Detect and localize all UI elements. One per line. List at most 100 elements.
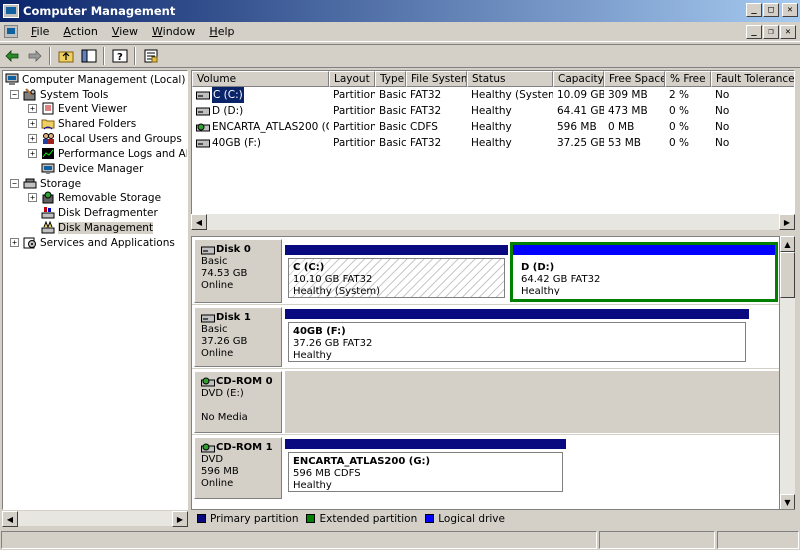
- volume-list-horizontal-scrollbar[interactable]: ◀ ▶: [191, 214, 795, 230]
- column-type[interactable]: Type: [375, 71, 406, 87]
- tree-label: Services and Applications: [40, 236, 175, 249]
- cell-free-space: 309 MB: [608, 89, 648, 101]
- disk-name-text: Disk 0: [216, 244, 251, 255]
- help-button[interactable]: ?: [109, 46, 131, 66]
- volume-row[interactable]: C (C:) Partition Basic FAT32 Healthy (Sy…: [192, 87, 794, 103]
- cell-status: Healthy (System): [471, 89, 553, 101]
- expand-services[interactable]: +: [10, 238, 19, 247]
- tree-item-disk-management[interactable]: Disk Management: [41, 220, 154, 235]
- tree-item-system-tools[interactable]: System Tools: [23, 87, 108, 102]
- expand-local-users[interactable]: +: [28, 134, 37, 143]
- up-one-level-button[interactable]: [55, 46, 77, 66]
- volume-row[interactable]: 40GB (F:) Partition Basic FAT32 Healthy …: [192, 135, 794, 151]
- tree-item-disk-defragmenter[interactable]: Disk Defragmenter: [41, 205, 158, 220]
- disk-name-text: CD-ROM 0: [216, 376, 273, 387]
- disk-view-vertical-scrollbar[interactable]: ▲ ▼: [780, 236, 795, 510]
- column-percent-free[interactable]: % Free: [665, 71, 711, 87]
- volume-list-header: Volume Layout Type File System Status Ca…: [192, 71, 794, 87]
- cell-layout: Partition: [333, 89, 375, 101]
- mdi-close-button[interactable]: ✕: [780, 25, 796, 39]
- disk-type: DVD: [201, 454, 224, 465]
- menu-view[interactable]: View: [105, 25, 145, 38]
- maximize-button[interactable]: □: [763, 3, 779, 17]
- defragmenter-icon: [41, 207, 55, 219]
- tree-item-removable-storage[interactable]: Removable Storage: [41, 190, 161, 205]
- disk-label-cdrom1[interactable]: CD-ROM 1 DVD 596 MB Online: [194, 437, 282, 499]
- mdi-window-icon[interactable]: [4, 25, 18, 38]
- tree-item-shared-folders[interactable]: Shared Folders: [41, 116, 136, 131]
- disk-label-disk1[interactable]: Disk 1 Basic 37.26 GB Online: [194, 307, 282, 367]
- back-button[interactable]: [1, 46, 23, 66]
- volume-row[interactable]: D (D:) Partition Basic FAT32 Healthy 64.…: [192, 103, 794, 119]
- disk-graphical-view[interactable]: Disk 0 Basic 74.53 GB Online C (C:) 10.1…: [191, 236, 780, 510]
- column-free-space[interactable]: Free Space: [604, 71, 665, 87]
- computer-management-icon: [3, 4, 19, 18]
- scroll-left-button[interactable]: ◀: [191, 214, 207, 230]
- window-title-bar[interactable]: Computer Management _ □ ✕: [0, 0, 800, 22]
- menu-action[interactable]: Action: [56, 25, 104, 38]
- partition-status: Healthy: [293, 480, 332, 491]
- partition-d[interactable]: D (D:) 64.42 GB FAT32 Healthy: [510, 242, 778, 302]
- show-hide-tree-button[interactable]: [78, 46, 100, 66]
- column-volume[interactable]: Volume: [192, 71, 329, 87]
- cell-capacity: 64.41 GB: [557, 105, 604, 117]
- event-viewer-icon: [42, 102, 54, 115]
- tree-item-event-viewer[interactable]: Event Viewer: [41, 101, 127, 116]
- scroll-right-button[interactable]: ▶: [779, 214, 795, 230]
- tree-horizontal-scrollbar[interactable]: ◀ ▶: [2, 510, 188, 527]
- menu-help[interactable]: Help: [202, 25, 241, 38]
- volume-list[interactable]: Volume Layout Type File System Status Ca…: [191, 70, 795, 230]
- minimize-button[interactable]: _: [746, 3, 762, 17]
- disk-size: 37.26 GB: [201, 336, 248, 347]
- tree-item-performance-logs[interactable]: Performance Logs and Alerts: [41, 146, 187, 161]
- partition-name: C (C:): [293, 262, 325, 273]
- column-layout[interactable]: Layout: [329, 71, 375, 87]
- partition-c[interactable]: C (C:) 10.10 GB FAT32 Healthy (System): [285, 245, 508, 301]
- scroll-right-button[interactable]: ▶: [172, 511, 188, 527]
- tree-label: Performance Logs and Alerts: [58, 147, 187, 160]
- cell-file-system: FAT32: [410, 89, 442, 101]
- disk-label-disk0[interactable]: Disk 0 Basic 74.53 GB Online: [194, 239, 282, 303]
- close-button[interactable]: ✕: [782, 3, 798, 17]
- partition-g[interactable]: ENCARTA_ATLAS200 (G:) 596 MB CDFS Health…: [285, 439, 566, 495]
- expand-shared-folders[interactable]: +: [28, 119, 37, 128]
- cell-percent-free: 0 %: [669, 121, 689, 133]
- disk-label-cdrom0[interactable]: CD-ROM 0 DVD (E:) No Media: [194, 371, 282, 433]
- legend-swatch-logical: [425, 514, 435, 523]
- tree-item-computer-management[interactable]: Computer Management (Local): [5, 72, 185, 87]
- mdi-restore-button[interactable]: ❐: [763, 25, 779, 39]
- forward-button[interactable]: [24, 46, 46, 66]
- column-status[interactable]: Status: [467, 71, 553, 87]
- column-capacity[interactable]: Capacity: [553, 71, 604, 87]
- disk-name: CD-ROM 1: [201, 442, 281, 454]
- mdi-minimize-button[interactable]: _: [746, 25, 762, 39]
- expand-system-tools[interactable]: −: [10, 90, 19, 99]
- menu-window[interactable]: Window: [145, 25, 202, 38]
- cell-volume: 40GB (F:): [192, 135, 329, 151]
- volume-row[interactable]: ENCARTA_ATLAS200 (G:) Partition Basic CD…: [192, 119, 794, 135]
- tree-item-local-users[interactable]: Local Users and Groups: [41, 131, 182, 146]
- window-controls: _ □ ✕: [745, 3, 798, 17]
- device-manager-icon: [41, 163, 55, 174]
- tree-item-services[interactable]: Services and Applications: [23, 235, 175, 250]
- expand-perf-logs[interactable]: +: [28, 149, 37, 158]
- column-file-system[interactable]: File System: [406, 71, 467, 87]
- scroll-thumb[interactable]: [780, 252, 795, 298]
- expand-event-viewer[interactable]: +: [28, 104, 37, 113]
- scroll-left-button[interactable]: ◀: [2, 511, 18, 527]
- services-icon: [23, 237, 36, 249]
- tree-item-storage[interactable]: Storage: [23, 176, 81, 191]
- disk-row-cdrom1: CD-ROM 1 DVD 596 MB Online ENCARTA_ATLAS…: [192, 435, 779, 501]
- console-tree[interactable]: Computer Management (Local) − System Too…: [2, 70, 188, 510]
- scroll-up-button[interactable]: ▲: [780, 236, 795, 252]
- cell-layout: Partition: [333, 105, 375, 117]
- computer-icon: [5, 73, 19, 85]
- tree-item-device-manager[interactable]: Device Manager: [41, 161, 143, 176]
- menu-file[interactable]: File: [24, 25, 56, 38]
- partition-f[interactable]: 40GB (F:) 37.26 GB FAT32 Healthy: [285, 309, 749, 365]
- column-fault-tolerance[interactable]: Fault Tolerance: [711, 71, 794, 87]
- scroll-down-button[interactable]: ▼: [780, 494, 795, 510]
- expand-removable-storage[interactable]: +: [28, 193, 37, 202]
- properties-button[interactable]: [140, 46, 162, 66]
- expand-storage[interactable]: −: [10, 179, 19, 188]
